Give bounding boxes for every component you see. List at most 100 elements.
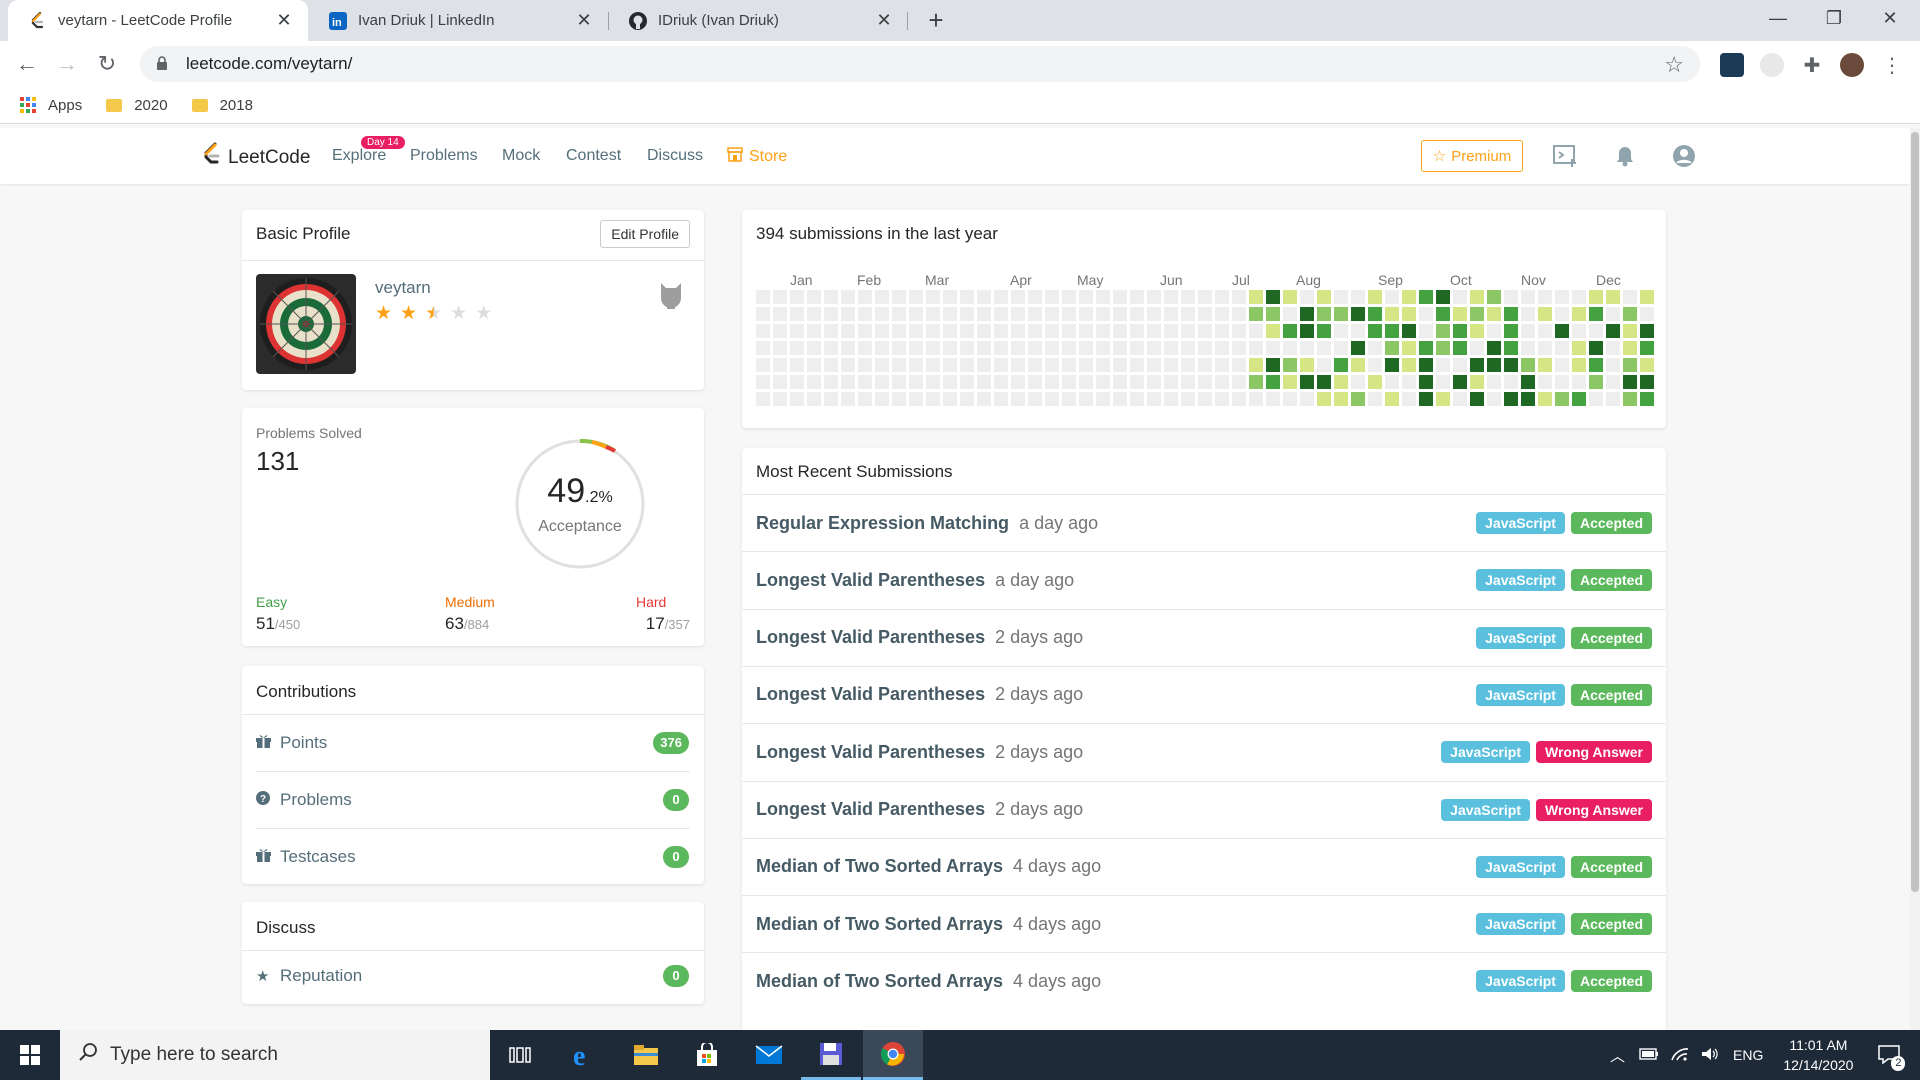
heatmap-day-cell[interactable] [994, 358, 1008, 372]
heatmap-day-cell[interactable] [1079, 375, 1093, 389]
heatmap-day-cell[interactable] [1079, 290, 1093, 304]
heatmap-day-cell[interactable] [1436, 392, 1450, 406]
heatmap-day-cell[interactable] [1640, 341, 1654, 355]
heatmap-day-cell[interactable] [1096, 290, 1110, 304]
heatmap-day-cell[interactable] [1249, 290, 1263, 304]
profile-avatar-icon[interactable] [1840, 53, 1864, 77]
heatmap-day-cell[interactable] [756, 375, 770, 389]
mail-icon[interactable] [739, 1030, 799, 1080]
heatmap-day-cell[interactable] [892, 375, 906, 389]
heatmap-day-cell[interactable] [1402, 358, 1416, 372]
store-app-icon[interactable] [677, 1030, 737, 1080]
heatmap-day-cell[interactable] [1606, 324, 1620, 338]
heatmap-day-cell[interactable] [1453, 341, 1467, 355]
github-icon[interactable] [658, 280, 684, 315]
heatmap-day-cell[interactable] [1402, 392, 1416, 406]
heatmap-day-cell[interactable] [1623, 307, 1637, 321]
heatmap-day-cell[interactable] [1096, 392, 1110, 406]
submission-row[interactable]: Median of Two Sorted Arrays 4 days ago Jav… [742, 837, 1666, 895]
heatmap-day-cell[interactable] [1572, 290, 1586, 304]
heatmap-day-cell[interactable] [1368, 307, 1382, 321]
heatmap-day-cell[interactable] [1300, 324, 1314, 338]
heatmap-day-cell[interactable] [1283, 290, 1297, 304]
heatmap-day-cell[interactable] [790, 307, 804, 321]
nav-problems[interactable]: Problems [410, 147, 478, 165]
tab-linkedin[interactable]: in Ivan Driuk | LinkedIn ✕ [308, 0, 608, 41]
heatmap-day-cell[interactable] [1538, 324, 1552, 338]
heatmap-day-cell[interactable] [1453, 324, 1467, 338]
heatmap-day-cell[interactable] [1181, 341, 1195, 355]
heatmap-day-cell[interactable] [960, 375, 974, 389]
heatmap-day-cell[interactable] [1317, 290, 1331, 304]
heatmap-day-cell[interactable] [1640, 392, 1654, 406]
heatmap-day-cell[interactable] [1232, 341, 1246, 355]
heatmap-day-cell[interactable] [1130, 375, 1144, 389]
heatmap-day-cell[interactable] [1198, 324, 1212, 338]
heatmap-day-cell[interactable] [1521, 341, 1535, 355]
heatmap-day-cell[interactable] [909, 324, 923, 338]
heatmap-day-cell[interactable] [875, 392, 889, 406]
heatmap-day-cell[interactable] [1606, 358, 1620, 372]
heatmap-day-cell[interactable] [1555, 392, 1569, 406]
submission-row[interactable]: Regular Expression Matching a day ago Java… [742, 494, 1666, 551]
heatmap-day-cell[interactable] [1011, 392, 1025, 406]
heatmap-day-cell[interactable] [994, 341, 1008, 355]
heatmap-day-cell[interactable] [1164, 307, 1178, 321]
heatmap-day-cell[interactable] [756, 324, 770, 338]
heatmap-day-cell[interactable] [1164, 290, 1178, 304]
edge-browser-icon[interactable]: e [554, 1030, 614, 1080]
heatmap-day-cell[interactable] [1606, 290, 1620, 304]
heatmap-day-cell[interactable] [943, 307, 957, 321]
heatmap-day-cell[interactable] [807, 324, 821, 338]
heatmap-day-cell[interactable] [994, 290, 1008, 304]
heatmap-day-cell[interactable] [1351, 358, 1365, 372]
heatmap-day-cell[interactable] [1283, 375, 1297, 389]
heatmap-day-cell[interactable] [858, 358, 872, 372]
heatmap-day-cell[interactable] [1062, 324, 1076, 338]
heatmap-day-cell[interactable] [1028, 341, 1042, 355]
heatmap-day-cell[interactable] [1062, 375, 1076, 389]
heatmap-day-cell[interactable] [1334, 358, 1348, 372]
heatmap-day-cell[interactable] [1589, 307, 1603, 321]
heatmap-day-cell[interactable] [1385, 358, 1399, 372]
heatmap-day-cell[interactable] [1436, 307, 1450, 321]
heatmap-day-cell[interactable] [1181, 324, 1195, 338]
heatmap-day-cell[interactable] [1419, 324, 1433, 338]
heatmap-day-cell[interactable] [960, 307, 974, 321]
heatmap-day-cell[interactable] [1062, 341, 1076, 355]
heatmap-day-cell[interactable] [1266, 290, 1280, 304]
heatmap-day-cell[interactable] [1011, 307, 1025, 321]
heatmap-day-cell[interactable] [1113, 324, 1127, 338]
heatmap-day-cell[interactable] [1096, 375, 1110, 389]
new-tab-icon[interactable]: + [922, 6, 950, 34]
heatmap-day-cell[interactable] [875, 307, 889, 321]
heatmap-day-cell[interactable] [1487, 341, 1501, 355]
heatmap-day-cell[interactable] [1419, 358, 1433, 372]
clock[interactable]: 11:01 AM 12/14/2020 [1783, 1035, 1853, 1075]
heatmap-day-cell[interactable] [824, 358, 838, 372]
heatmap-day-cell[interactable] [1385, 307, 1399, 321]
heatmap-day-cell[interactable] [756, 290, 770, 304]
submission-row[interactable]: Median of Two Sorted Arrays 4 days ago Jav… [742, 952, 1666, 1009]
heatmap-day-cell[interactable] [1249, 307, 1263, 321]
premium-button[interactable]: ☆ Premium [1421, 140, 1523, 172]
heatmap-day-cell[interactable] [1232, 375, 1246, 389]
heatmap-day-cell[interactable] [943, 324, 957, 338]
heatmap-day-cell[interactable] [1470, 392, 1484, 406]
heatmap-day-cell[interactable] [1011, 324, 1025, 338]
heatmap-day-cell[interactable] [1538, 341, 1552, 355]
heatmap-day-cell[interactable] [1368, 341, 1382, 355]
heatmap-day-cell[interactable] [1113, 375, 1127, 389]
heatmap-day-cell[interactable] [1215, 324, 1229, 338]
heatmap-day-cell[interactable] [909, 375, 923, 389]
heatmap-day-cell[interactable] [909, 307, 923, 321]
heatmap-day-cell[interactable] [1317, 307, 1331, 321]
heatmap-day-cell[interactable] [824, 392, 838, 406]
heatmap-day-cell[interactable] [1062, 307, 1076, 321]
heatmap-day-cell[interactable] [1300, 392, 1314, 406]
heatmap-day-cell[interactable] [1300, 290, 1314, 304]
heatmap-day-cell[interactable] [1079, 341, 1093, 355]
heatmap-day-cell[interactable] [1351, 341, 1365, 355]
heatmap-day-cell[interactable] [1368, 392, 1382, 406]
heatmap-day-cell[interactable] [1419, 290, 1433, 304]
